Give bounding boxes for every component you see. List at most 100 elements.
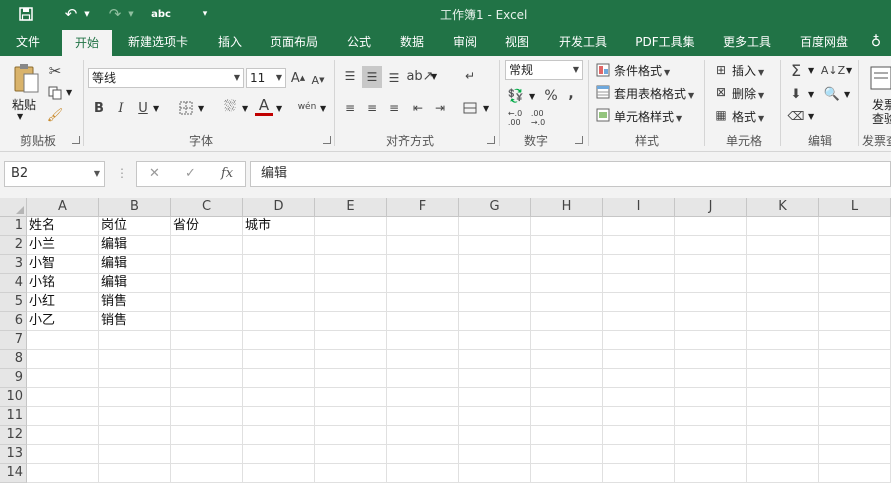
tab-more-tools[interactable]: 更多工具 bbox=[714, 28, 780, 56]
increase-decimal-icon[interactable]: ←.0.00 bbox=[505, 108, 525, 128]
increase-font-icon[interactable]: A ▲ bbox=[290, 68, 306, 88]
cell[interactable] bbox=[387, 407, 459, 426]
cell[interactable] bbox=[459, 388, 531, 407]
cell[interactable] bbox=[99, 331, 171, 350]
paste-dropdown-icon[interactable]: ▼ bbox=[17, 112, 23, 121]
cell[interactable] bbox=[99, 369, 171, 388]
cell[interactable] bbox=[675, 369, 747, 388]
cell[interactable] bbox=[27, 426, 99, 445]
cell[interactable] bbox=[387, 293, 459, 312]
cell[interactable] bbox=[171, 274, 243, 293]
cell[interactable] bbox=[459, 236, 531, 255]
cut-icon[interactable]: ✂ bbox=[46, 62, 64, 80]
row-header[interactable]: 14 bbox=[0, 464, 27, 483]
format-as-table-button[interactable]: 套用表格格式 ▼ bbox=[614, 85, 694, 102]
cell[interactable] bbox=[603, 426, 675, 445]
row-header[interactable]: 1 bbox=[0, 217, 27, 236]
row-header[interactable]: 3 bbox=[0, 255, 27, 274]
cell[interactable] bbox=[675, 426, 747, 445]
cell[interactable] bbox=[171, 331, 243, 350]
cell[interactable] bbox=[531, 388, 603, 407]
row-header[interactable]: 13 bbox=[0, 445, 27, 464]
undo-icon[interactable]: ↶ bbox=[60, 0, 82, 28]
merge-dropdown-icon[interactable]: ▼ bbox=[483, 104, 489, 113]
cell[interactable] bbox=[387, 274, 459, 293]
delete-cells-icon[interactable]: ⊠ bbox=[712, 84, 730, 100]
font-color-dropdown-icon[interactable]: ▼ bbox=[276, 104, 282, 113]
cell[interactable] bbox=[171, 407, 243, 426]
column-header[interactable]: L bbox=[819, 198, 891, 217]
cell[interactable] bbox=[171, 293, 243, 312]
cell[interactable] bbox=[747, 312, 819, 331]
invoice-check-icon[interactable] bbox=[868, 64, 891, 92]
cell[interactable] bbox=[747, 350, 819, 369]
fill-color-icon[interactable]: ⛆ bbox=[220, 96, 240, 116]
cell[interactable] bbox=[747, 217, 819, 236]
cell[interactable] bbox=[387, 369, 459, 388]
cell[interactable] bbox=[459, 255, 531, 274]
cell[interactable] bbox=[27, 464, 99, 483]
conditional-format-icon[interactable] bbox=[594, 62, 612, 78]
cell[interactable] bbox=[531, 350, 603, 369]
tab-baidu-netdisk[interactable]: 百度网盘 bbox=[792, 28, 856, 56]
cell[interactable] bbox=[315, 293, 387, 312]
find-select-dropdown-icon[interactable]: ▼ bbox=[844, 90, 850, 99]
number-format-select[interactable]: 常规 ▼ bbox=[505, 60, 583, 80]
cell[interactable] bbox=[603, 369, 675, 388]
font-name-select[interactable]: 等线 ▼ bbox=[88, 68, 244, 88]
cell[interactable] bbox=[531, 369, 603, 388]
cell[interactable] bbox=[459, 217, 531, 236]
cell[interactable] bbox=[531, 407, 603, 426]
number-launcher-icon[interactable] bbox=[575, 136, 583, 144]
underline-button[interactable]: U bbox=[134, 98, 152, 118]
cell[interactable] bbox=[171, 388, 243, 407]
clear-icon[interactable]: ⌫ bbox=[786, 106, 806, 126]
cell[interactable] bbox=[459, 445, 531, 464]
cell[interactable] bbox=[675, 350, 747, 369]
cell[interactable] bbox=[675, 331, 747, 350]
cell[interactable] bbox=[171, 369, 243, 388]
cell[interactable] bbox=[675, 464, 747, 483]
cell[interactable] bbox=[27, 350, 99, 369]
select-all-button[interactable] bbox=[0, 198, 27, 217]
cell[interactable]: 城市 bbox=[243, 217, 315, 236]
cell[interactable] bbox=[819, 445, 891, 464]
cell[interactable] bbox=[243, 407, 315, 426]
cell[interactable] bbox=[387, 255, 459, 274]
undo-dropdown-icon[interactable]: ▼ bbox=[82, 0, 92, 28]
cell-styles-button[interactable]: 单元格样式 ▼ bbox=[614, 108, 682, 125]
wrap-text-icon[interactable]: ↵ bbox=[460, 66, 480, 86]
fill-icon[interactable]: ⬇ bbox=[786, 84, 806, 104]
cell[interactable] bbox=[99, 464, 171, 483]
accounting-dropdown-icon[interactable]: ▼ bbox=[529, 92, 535, 101]
column-header[interactable]: G bbox=[459, 198, 531, 217]
row-header[interactable]: 7 bbox=[0, 331, 27, 350]
cell[interactable] bbox=[171, 255, 243, 274]
column-header[interactable]: C bbox=[171, 198, 243, 217]
cell[interactable]: 小乙 bbox=[27, 312, 99, 331]
clipboard-launcher-icon[interactable] bbox=[72, 136, 80, 144]
cell[interactable] bbox=[243, 350, 315, 369]
cell[interactable] bbox=[459, 369, 531, 388]
cell[interactable]: 小智 bbox=[27, 255, 99, 274]
paste-label[interactable]: 粘贴 bbox=[12, 96, 36, 113]
cell[interactable] bbox=[747, 388, 819, 407]
cell[interactable] bbox=[387, 445, 459, 464]
cell[interactable] bbox=[603, 312, 675, 331]
cell[interactable] bbox=[603, 236, 675, 255]
cell[interactable] bbox=[819, 274, 891, 293]
row-header[interactable]: 12 bbox=[0, 426, 27, 445]
cell[interactable] bbox=[99, 445, 171, 464]
cell[interactable] bbox=[675, 255, 747, 274]
cell[interactable] bbox=[819, 350, 891, 369]
column-header[interactable]: A bbox=[27, 198, 99, 217]
autosum-dropdown-icon[interactable]: ▼ bbox=[808, 66, 814, 75]
cell[interactable] bbox=[459, 274, 531, 293]
cell[interactable]: 姓名 bbox=[27, 217, 99, 236]
orientation-icon[interactable]: ab↗ bbox=[406, 66, 433, 86]
cell[interactable]: 编辑 bbox=[99, 255, 171, 274]
insert-cells-button[interactable]: 插入 ▼ bbox=[732, 62, 764, 79]
decrease-indent-icon[interactable]: ⇤ bbox=[408, 98, 428, 118]
invoice-check-label-2[interactable]: 查验 bbox=[872, 110, 891, 127]
column-header[interactable]: E bbox=[315, 198, 387, 217]
